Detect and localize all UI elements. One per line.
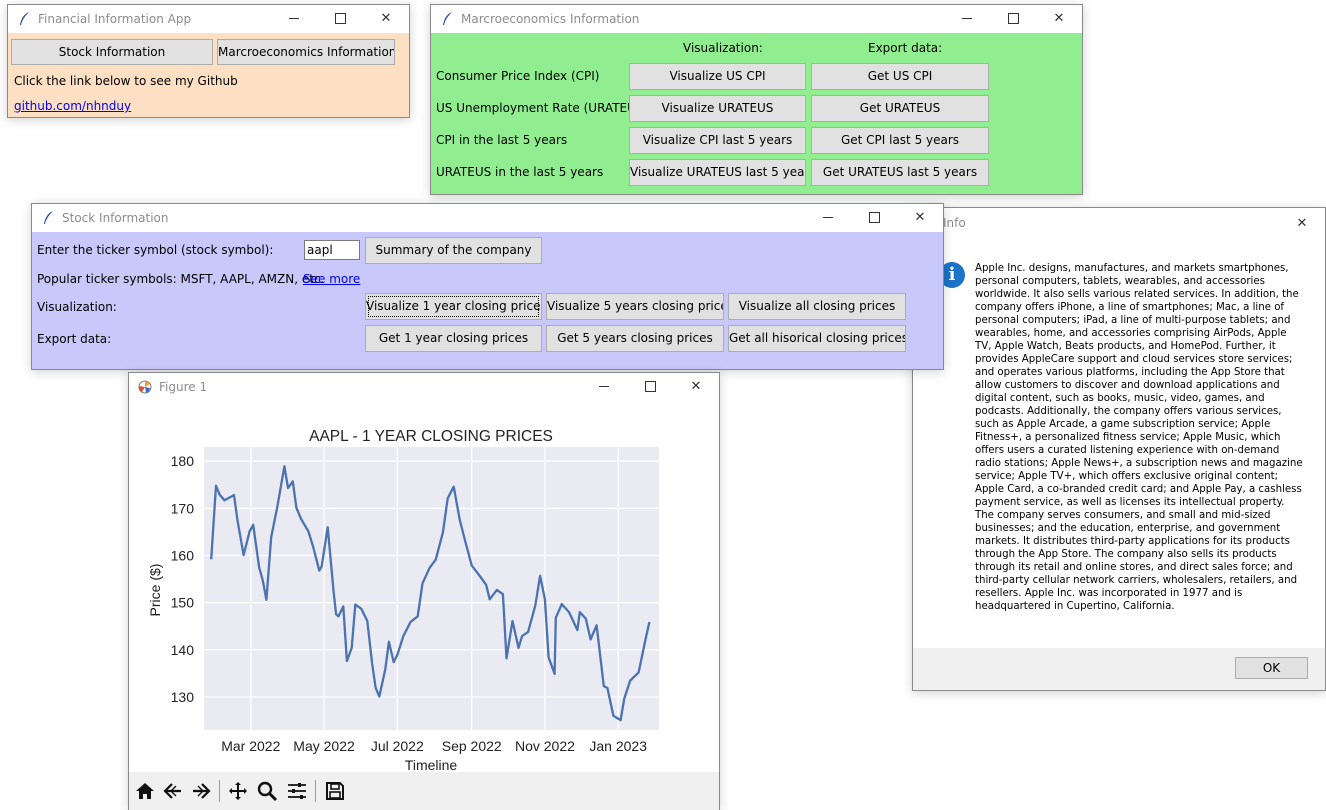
ok-button[interactable]: OK — [1235, 657, 1308, 679]
close-button[interactable]: ✕ — [363, 5, 409, 33]
get-all-button[interactable]: Get all hisorical closing prices — [728, 325, 906, 352]
get-1y-button[interactable]: Get 1 year closing prices — [365, 325, 542, 352]
home-icon[interactable] — [134, 780, 156, 802]
get-5y-button[interactable]: Get 5 years closing prices — [546, 325, 724, 352]
get-urateus-button[interactable]: Get URATEUS — [811, 95, 989, 122]
visualize-urateus-button[interactable]: Visualize URATEUS — [629, 95, 806, 122]
export-label: Export data: — [37, 332, 112, 346]
title-bar[interactable]: Figure 1 ✕ — [129, 373, 719, 401]
minimize-button[interactable] — [805, 204, 851, 232]
dialog-footer: OK — [913, 648, 1325, 690]
toolbar-separator — [315, 780, 316, 802]
get-urateus-5y-button[interactable]: Get URATEUS last 5 years — [811, 159, 989, 186]
x-axis-label: Timeline — [405, 757, 458, 771]
window-title: Marcroeconomics Information — [461, 12, 640, 26]
visualization-header: Visualization: — [683, 41, 763, 55]
window-title: Figure 1 — [159, 380, 208, 394]
x-tick-label: Mar 2022 — [221, 738, 280, 754]
info-dialog: Info ✕ i Apple Inc. designs, manufacture… — [912, 207, 1326, 691]
macro-body: Visualization: Export data: Consumer Pri… — [431, 33, 1082, 194]
zoom-icon[interactable] — [256, 780, 278, 802]
macroeconomics-information-button[interactable]: Marcroeconomics Information — [217, 39, 395, 65]
github-prompt: Click the link below to see my Github — [14, 74, 238, 88]
x-tick-label: May 2022 — [293, 738, 355, 754]
stock-information-button[interactable]: Stock Information — [11, 39, 213, 65]
maximize-button[interactable] — [317, 5, 363, 33]
y-tick-label: 180 — [171, 453, 195, 469]
visualize-urateus-5y-button[interactable]: Visualize URATEUS last 5 years — [629, 159, 806, 186]
row-label-cpi: Consumer Price Index (CPI) — [436, 69, 600, 83]
close-button[interactable]: ✕ — [1036, 5, 1082, 33]
summary-button[interactable]: Summary of the company — [365, 237, 542, 264]
maximize-button[interactable] — [851, 204, 897, 232]
visualize-cpi-5y-button[interactable]: Visualize CPI last 5 years — [629, 127, 806, 154]
y-tick-label: 150 — [171, 595, 195, 611]
window-title: Financial Information App — [38, 12, 192, 26]
visualize-all-button[interactable]: Visualize all closing prices — [728, 293, 906, 320]
visualize-5y-button[interactable]: Visualize 5 years closing prices — [546, 293, 724, 320]
figure-window: Figure 1 ✕ 130 140 150 160 170 180 Mar 2022 May… — [128, 372, 720, 810]
toolbar-separator — [219, 780, 220, 802]
popular-tickers-label: Popular ticker symbols: MSFT, AAPL, AMZN… — [37, 272, 325, 286]
y-tick-label: 160 — [171, 547, 195, 563]
y-tick-label: 130 — [171, 689, 195, 705]
row-label-cpi-5y: CPI in the last 5 years — [436, 133, 568, 147]
x-tick-label: Nov 2022 — [515, 738, 575, 754]
financial-app-window: Financial Information App ✕ Stock Inform… — [7, 4, 410, 118]
minimize-button[interactable] — [944, 5, 990, 33]
github-link[interactable]: github.com/nhnduy — [14, 99, 131, 113]
close-button[interactable]: ✕ — [897, 204, 943, 232]
visualize-1y-button[interactable]: Visualize 1 year closing prices — [365, 293, 542, 320]
figure-toolbar — [129, 772, 719, 810]
x-tick-label: Sep 2022 — [442, 738, 502, 754]
window-title: Stock Information — [62, 211, 169, 225]
row-label-urateus: US Unemployment Rate (URATEUS) — [436, 101, 649, 115]
back-icon[interactable] — [162, 780, 184, 802]
close-button[interactable]: ✕ — [673, 373, 719, 401]
stock-window: Stock Information ✕ Enter the ticker sym… — [31, 203, 944, 370]
row-label-urateus-5y: URATEUS in the last 5 years — [436, 165, 604, 179]
export-header: Export data: — [868, 41, 943, 55]
close-button[interactable]: ✕ — [1279, 210, 1325, 238]
x-tick-label: Jan 2023 — [589, 738, 647, 754]
visualization-label: Visualization: — [37, 300, 117, 314]
feather-icon — [20, 12, 29, 25]
chart-title: AAPL - 1 YEAR CLOSING PRICES — [309, 428, 553, 445]
stock-body: Enter the ticker symbol (stock symbol): … — [32, 232, 943, 369]
get-us-cpi-button[interactable]: Get US CPI — [811, 63, 989, 90]
x-tick-label: Jul 2022 — [371, 738, 424, 754]
maximize-button[interactable] — [990, 5, 1036, 33]
get-cpi-5y-button[interactable]: Get CPI last 5 years — [811, 127, 989, 154]
dialog-title: Info — [943, 216, 966, 230]
y-tick-label: 170 — [171, 500, 195, 516]
line-chart: 130 140 150 160 170 180 Mar 2022 May 2022 Jul 20… — [147, 428, 659, 771]
title-bar[interactable]: Stock Information ✕ — [32, 204, 943, 232]
macro-window: Marcroeconomics Information ✕ Visualizat… — [430, 4, 1083, 195]
feather-icon — [443, 12, 452, 25]
minimize-button[interactable] — [271, 5, 317, 33]
title-bar[interactable]: Marcroeconomics Information ✕ — [431, 5, 1082, 33]
y-tick-label: 140 — [171, 642, 195, 658]
company-summary-text: Apple Inc. designs, manufactures, and ma… — [975, 263, 1303, 612]
ticker-label: Enter the ticker symbol (stock symbol): — [37, 243, 274, 257]
feather-icon — [44, 211, 53, 224]
visualize-us-cpi-button[interactable]: Visualize US CPI — [629, 63, 806, 90]
y-axis-label: Price ($) — [147, 564, 163, 617]
forward-icon[interactable] — [190, 780, 212, 802]
matplotlib-icon — [138, 380, 152, 394]
plot-area — [204, 447, 659, 730]
pan-icon[interactable] — [227, 780, 249, 802]
save-icon[interactable] — [324, 780, 346, 802]
financial-app-body: Stock Information Marcroeconomics Inform… — [8, 33, 409, 117]
see-more-link[interactable]: See more — [303, 272, 360, 286]
configure-icon[interactable] — [286, 780, 308, 802]
minimize-button[interactable] — [581, 373, 627, 401]
maximize-button[interactable] — [627, 373, 673, 401]
title-bar[interactable]: Financial Information App ✕ — [8, 5, 409, 33]
ticker-input[interactable] — [304, 240, 360, 260]
